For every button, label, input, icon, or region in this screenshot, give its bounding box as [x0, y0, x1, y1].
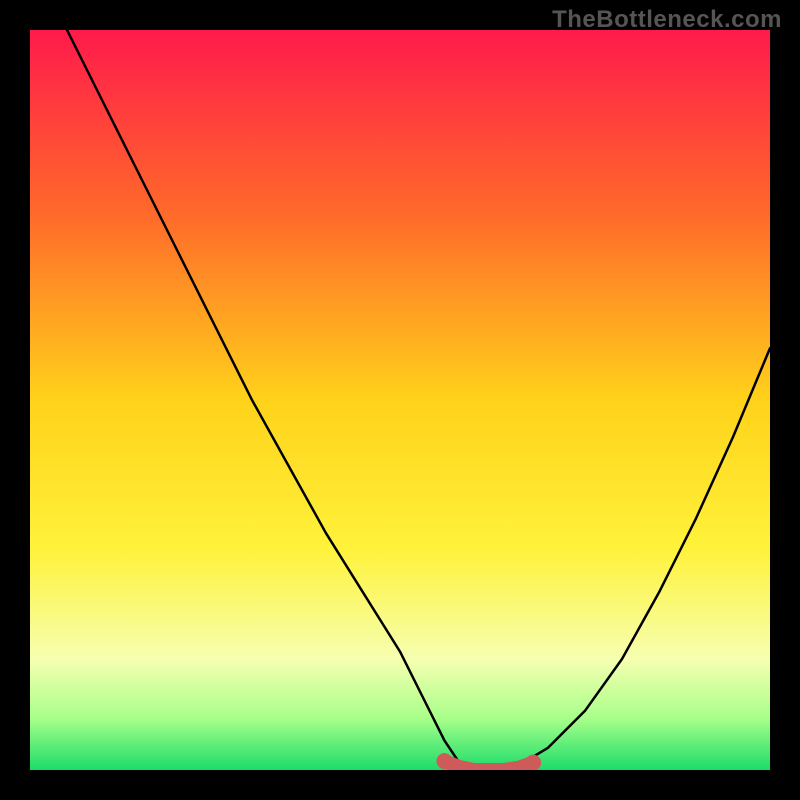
bottleneck-chart: [30, 30, 770, 770]
chart-frame: TheBottleneck.com: [0, 0, 800, 800]
gradient-background: [30, 30, 770, 770]
optimal-segment-dot-left: [436, 753, 452, 769]
optimal-segment-dot-right: [525, 755, 541, 770]
watermark-text: TheBottleneck.com: [552, 6, 782, 34]
